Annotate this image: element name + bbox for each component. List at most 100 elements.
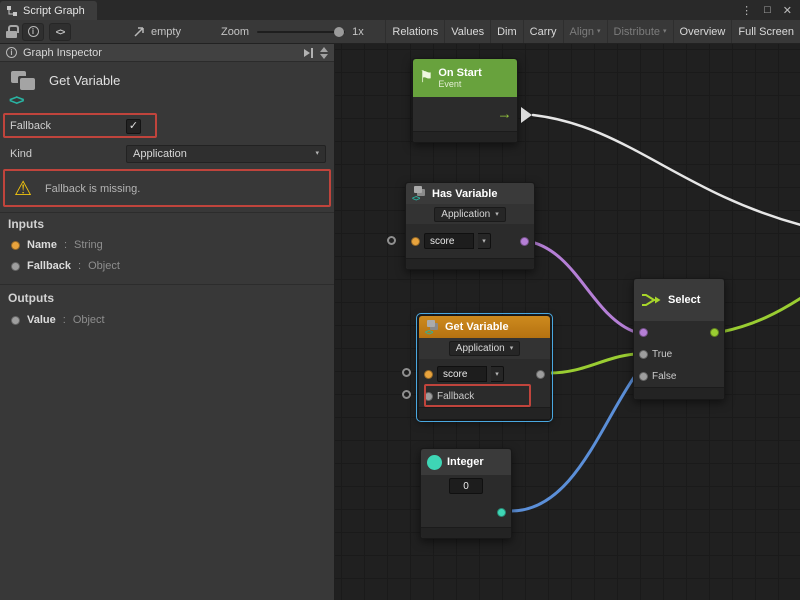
node-title: On Start xyxy=(438,67,481,79)
inspector-header-title: Graph Inspector xyxy=(23,47,102,59)
value-output-port[interactable] xyxy=(536,370,545,379)
name-input-port[interactable] xyxy=(411,237,420,246)
info-icon: i xyxy=(6,47,17,58)
node-footer xyxy=(634,387,724,399)
unconnected-port-ring[interactable] xyxy=(402,390,411,399)
condition-row xyxy=(634,321,724,343)
integer-value-field[interactable]: 0 xyxy=(449,478,483,494)
true-port-label: True xyxy=(652,349,672,360)
values-button[interactable]: Values xyxy=(444,20,490,43)
unconnected-port-ring[interactable] xyxy=(402,368,411,377)
align-button[interactable]: Align▾ xyxy=(563,20,607,43)
scroll-arrows-icon[interactable] xyxy=(320,47,328,59)
zoom-value: 1x xyxy=(352,26,364,38)
chevron-down-icon: ▾ xyxy=(510,345,514,352)
chevron-down-icon: ▾ xyxy=(315,150,319,157)
warning-icon: ⚠ xyxy=(14,179,32,199)
dock-icon[interactable] xyxy=(304,48,313,58)
input-row-name: Name : String xyxy=(11,239,103,251)
selection-output-port[interactable] xyxy=(710,328,719,337)
lock-icon[interactable] xyxy=(6,25,17,38)
node-header: ⚑ On Start Event xyxy=(413,59,517,97)
selection-label: empty xyxy=(151,26,181,38)
zoom-slider-track xyxy=(257,31,345,33)
check-icon: ✓ xyxy=(129,121,138,132)
fallback-row: Fallback xyxy=(419,385,550,407)
variable-kind-dropdown[interactable]: Application ▾ xyxy=(434,207,505,222)
object-port-dot xyxy=(11,262,20,271)
warning-text: Fallback is missing. xyxy=(45,183,140,195)
node-footer xyxy=(406,258,534,269)
node-title: Get Variable xyxy=(445,321,509,333)
integer-icon xyxy=(427,455,442,470)
relations-button[interactable]: Relations xyxy=(385,20,444,43)
divider xyxy=(0,284,334,285)
fallback-input-port[interactable] xyxy=(424,392,433,401)
full-screen-button[interactable]: Full Screen xyxy=(731,20,800,43)
unconnected-port-ring[interactable] xyxy=(387,236,396,245)
node-select[interactable]: Select True False xyxy=(633,278,725,400)
fallback-option-row: Fallback ✓ xyxy=(0,116,334,136)
zoom-slider[interactable] xyxy=(257,22,345,42)
flow-output-arrow-icon[interactable]: → xyxy=(497,106,512,123)
wires-layer xyxy=(335,44,800,600)
carry-button[interactable]: Carry xyxy=(523,20,563,43)
result-output-port[interactable] xyxy=(520,237,529,246)
integer-output-port[interactable] xyxy=(497,508,506,517)
node-header-warning: <> Get Variable xyxy=(419,316,550,338)
node-get-variable[interactable]: <> Get Variable Application ▾ score ▾ xyxy=(418,315,551,420)
false-input-port[interactable] xyxy=(639,372,648,381)
inputs-header: Inputs xyxy=(8,217,44,231)
close-icon[interactable]: ✕ xyxy=(783,4,792,17)
tab-script-graph[interactable]: Script Graph xyxy=(0,1,97,20)
pane-menu-icon[interactable]: ⋮ xyxy=(741,4,752,17)
outputs-header: Outputs xyxy=(8,291,54,305)
false-row: False xyxy=(634,365,724,387)
true-input-port[interactable] xyxy=(639,350,648,359)
variable-picker-button[interactable]: ▾ xyxy=(491,366,504,382)
variable-kind-dropdown[interactable]: Application ▾ xyxy=(449,341,520,356)
wire-get-variable-to-true xyxy=(549,354,635,373)
fallback-port-label: Fallback xyxy=(437,391,474,402)
kind-value: Application xyxy=(133,148,187,160)
graph-toolbar: i <> empty Zoom 1x Relations Values Dim … xyxy=(0,20,800,44)
condition-input-port[interactable] xyxy=(639,328,648,337)
script-graph-window: Script Graph ⋮ □ ✕ i <> empty Zoom 1x xyxy=(0,0,800,600)
flag-icon: ⚑ xyxy=(419,70,433,86)
object-port-dot xyxy=(11,316,20,325)
node-title: Select xyxy=(668,294,700,306)
false-port-label: False xyxy=(652,371,676,382)
variable-picker-button[interactable]: ▾ xyxy=(478,233,491,249)
fallback-option-label: Fallback xyxy=(0,120,126,132)
zoom-slider-handle[interactable] xyxy=(334,27,344,37)
node-integer[interactable]: Integer 0 xyxy=(420,448,512,539)
info-icon: i xyxy=(28,26,39,37)
flow-wire-triangle-icon xyxy=(521,107,532,123)
select-icon xyxy=(640,290,661,310)
chevron-down-icon: ▾ xyxy=(597,28,601,35)
variable-name-field[interactable]: score xyxy=(437,366,487,382)
code-view-button[interactable]: <> xyxy=(49,23,71,41)
overview-button[interactable]: Overview xyxy=(673,20,732,43)
graph-canvas[interactable]: ⚑ On Start Event → <> Has Variable Appli… xyxy=(335,44,800,600)
inspector-node-title: Get Variable xyxy=(49,73,120,88)
name-input-port[interactable] xyxy=(424,370,433,379)
node-on-start[interactable]: ⚑ On Start Event → xyxy=(412,58,518,143)
maximize-icon[interactable]: □ xyxy=(764,4,771,16)
node-footer xyxy=(419,407,550,419)
node-has-variable[interactable]: <> Has Variable Application ▾ score ▾ xyxy=(405,182,535,270)
input-row-fallback: Fallback : Object xyxy=(11,260,120,272)
variable-icon: <> xyxy=(412,186,427,201)
variable-name-field[interactable]: score xyxy=(424,233,474,249)
node-title: Has Variable xyxy=(432,188,497,200)
node-header: <> Has Variable xyxy=(406,183,534,204)
variable-icon: <> xyxy=(425,320,440,335)
dim-button[interactable]: Dim xyxy=(490,20,523,43)
fallback-checkbox[interactable]: ✓ xyxy=(126,119,141,134)
inspector-toggle-button[interactable]: i xyxy=(22,23,44,41)
kind-dropdown[interactable]: Application ▾ xyxy=(126,145,326,163)
chevron-down-icon: ▾ xyxy=(495,211,499,218)
node-footer xyxy=(413,131,517,142)
chevron-down-icon: ▾ xyxy=(663,28,667,35)
distribute-button[interactable]: Distribute▾ xyxy=(607,20,673,43)
